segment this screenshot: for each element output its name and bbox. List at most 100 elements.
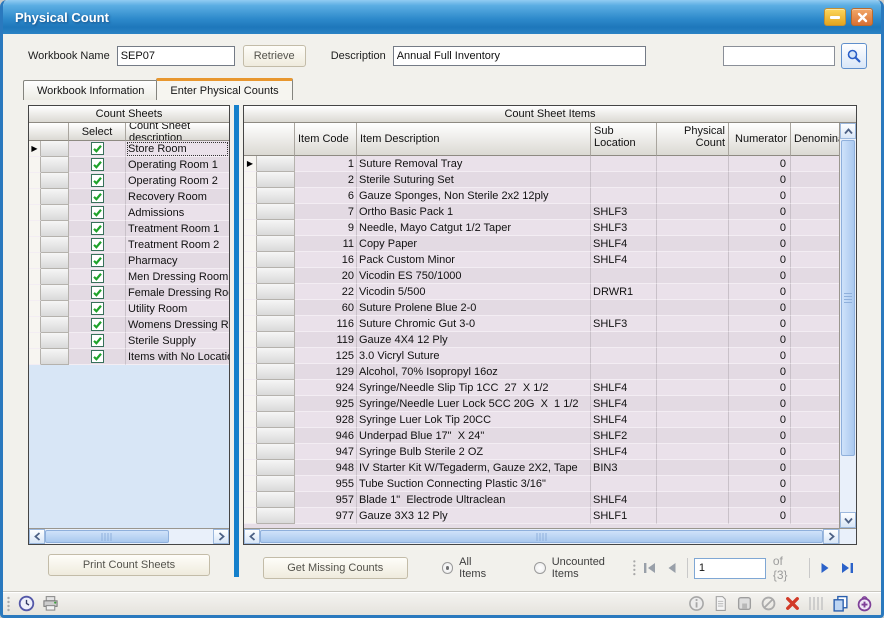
sub-location-cell[interactable]: SHLF2 (591, 428, 657, 444)
delete-icon[interactable] (784, 595, 801, 612)
denominator-cell[interactable] (791, 332, 839, 348)
sub-location-cell[interactable] (591, 300, 657, 316)
numerator-cell[interactable]: 0 (729, 428, 791, 444)
previous-page-button[interactable] (662, 558, 681, 578)
item-description-cell[interactable]: Syringe/Needle Luer Lock 5CC 20G X 1 1/2 (357, 396, 591, 412)
row-checkbox[interactable] (91, 238, 104, 251)
count-sheet-row[interactable]: Items with No Location (29, 349, 229, 365)
physical-count-cell[interactable] (657, 444, 729, 460)
physical-count-cell[interactable] (657, 428, 729, 444)
item-row[interactable]: 116Suture Chromic Gut 3-0SHLF30 (244, 316, 839, 332)
item-description-column-header[interactable]: Item Description (357, 123, 591, 156)
filter-uncounted-items[interactable]: Uncounted Items (534, 556, 632, 580)
numerator-cell[interactable]: 0 (729, 444, 791, 460)
row-header-cell[interactable] (257, 396, 295, 412)
item-description-cell[interactable]: Blade 1" Electrode Ultraclean (357, 492, 591, 508)
scrollbar-thumb[interactable] (45, 530, 169, 543)
row-header-cell[interactable] (257, 204, 295, 220)
numerator-cell[interactable]: 0 (729, 508, 791, 524)
count-sheet-description-cell[interactable]: Store Room (126, 141, 229, 157)
denominator-cell[interactable] (791, 236, 839, 252)
row-header-cell[interactable] (257, 492, 295, 508)
minimize-button[interactable] (824, 8, 846, 26)
physical-count-cell[interactable] (657, 476, 729, 492)
denominator-column-header[interactable]: Denominator (791, 123, 839, 156)
item-description-cell[interactable]: Needle, Mayo Catgut 1/2 Taper (357, 220, 591, 236)
item-code-cell[interactable]: 947 (295, 444, 357, 460)
sub-location-cell[interactable] (591, 364, 657, 380)
denominator-cell[interactable] (791, 396, 839, 412)
item-code-cell[interactable]: 977 (295, 508, 357, 524)
physical-count-cell[interactable] (657, 236, 729, 252)
denominator-cell[interactable] (791, 492, 839, 508)
count-sheet-description-cell[interactable]: Admissions (126, 205, 229, 221)
item-description-cell[interactable]: Syringe Luer Lok Tip 20CC (357, 412, 591, 428)
print-icon[interactable] (42, 595, 59, 612)
denominator-cell[interactable] (791, 268, 839, 284)
denominator-cell[interactable] (791, 300, 839, 316)
item-row[interactable]: 9Needle, Mayo Catgut 1/2 TaperSHLF30 (244, 220, 839, 236)
item-row[interactable]: 948IV Starter Kit W/Tegaderm, Gauze 2X2,… (244, 460, 839, 476)
sub-location-cell[interactable]: SHLF4 (591, 444, 657, 460)
physical-count-cell[interactable] (657, 332, 729, 348)
physical-count-cell[interactable] (657, 220, 729, 236)
sub-location-cell[interactable] (591, 172, 657, 188)
numerator-cell[interactable]: 0 (729, 476, 791, 492)
count-sheet-row[interactable]: ▶Store Room (29, 141, 229, 157)
physical-count-cell[interactable] (657, 396, 729, 412)
sub-location-cell[interactable]: BIN3 (591, 460, 657, 476)
item-row[interactable]: 22Vicodin 5/500DRWR10 (244, 284, 839, 300)
physical-count-cell[interactable] (657, 188, 729, 204)
physical-count-cell[interactable] (657, 252, 729, 268)
count-sheet-description-cell[interactable]: Womens Dressing Room (126, 317, 229, 333)
row-header-cell[interactable] (41, 285, 69, 301)
row-checkbox[interactable] (91, 190, 104, 203)
item-description-cell[interactable]: Gauze 3X3 12 Ply (357, 508, 591, 524)
denominator-cell[interactable] (791, 316, 839, 332)
count-sheet-description-cell[interactable]: Sterile Supply (126, 333, 229, 349)
physical-count-cell[interactable] (657, 364, 729, 380)
row-header-cell[interactable] (41, 333, 69, 349)
numerator-cell[interactable]: 0 (729, 364, 791, 380)
physical-count-cell[interactable] (657, 460, 729, 476)
count-sheets-horizontal-scrollbar[interactable] (29, 528, 229, 544)
item-code-cell[interactable]: 1 (295, 156, 357, 172)
item-code-column-header[interactable]: Item Code (295, 123, 357, 156)
sub-location-cell[interactable]: SHLF3 (591, 220, 657, 236)
item-description-cell[interactable]: Syringe Bulb Sterile 2 OZ (357, 444, 591, 460)
row-header-cell[interactable] (257, 508, 295, 524)
item-description-cell[interactable]: Suture Removal Tray (357, 156, 591, 172)
sub-location-cell[interactable]: DRWR1 (591, 284, 657, 300)
count-sheet-row[interactable]: Womens Dressing Room (29, 317, 229, 333)
sub-location-cell[interactable]: SHLF3 (591, 316, 657, 332)
item-code-cell[interactable]: 129 (295, 364, 357, 380)
item-description-cell[interactable]: Gauze 4X4 12 Ply (357, 332, 591, 348)
item-row[interactable]: 20Vicodin ES 750/10000 (244, 268, 839, 284)
count-sheet-row[interactable]: Female Dressing Room (29, 285, 229, 301)
row-header-cell[interactable] (257, 380, 295, 396)
numerator-cell[interactable]: 0 (729, 204, 791, 220)
item-description-cell[interactable]: Ortho Basic Pack 1 (357, 204, 591, 220)
physical-count-cell[interactable] (657, 268, 729, 284)
item-code-cell[interactable]: 125 (295, 348, 357, 364)
count-sheet-row[interactable]: Sterile Supply (29, 333, 229, 349)
physical-count-cell[interactable] (657, 284, 729, 300)
denominator-cell[interactable] (791, 348, 839, 364)
tab-workbook-information[interactable]: Workbook Information (23, 80, 158, 100)
cancel-icon[interactable] (760, 595, 777, 612)
row-header-cell[interactable] (257, 364, 295, 380)
count-sheet-description-cell[interactable]: Men Dressing Room (126, 269, 229, 285)
item-code-cell[interactable]: 116 (295, 316, 357, 332)
sub-location-cell[interactable] (591, 188, 657, 204)
row-checkbox[interactable] (91, 270, 104, 283)
row-checkbox[interactable] (91, 318, 104, 331)
page-number-input[interactable] (694, 558, 766, 579)
item-description-cell[interactable]: Tube Suction Connecting Plastic 3/16" (357, 476, 591, 492)
denominator-cell[interactable] (791, 252, 839, 268)
row-header-cell[interactable] (257, 412, 295, 428)
item-code-cell[interactable]: 6 (295, 188, 357, 204)
scroll-left-button[interactable] (244, 529, 260, 544)
count-sheet-description-cell[interactable]: Female Dressing Room (126, 285, 229, 301)
item-description-cell[interactable]: Gauze Sponges, Non Sterile 2x2 12ply (357, 188, 591, 204)
row-header-cell[interactable] (257, 252, 295, 268)
